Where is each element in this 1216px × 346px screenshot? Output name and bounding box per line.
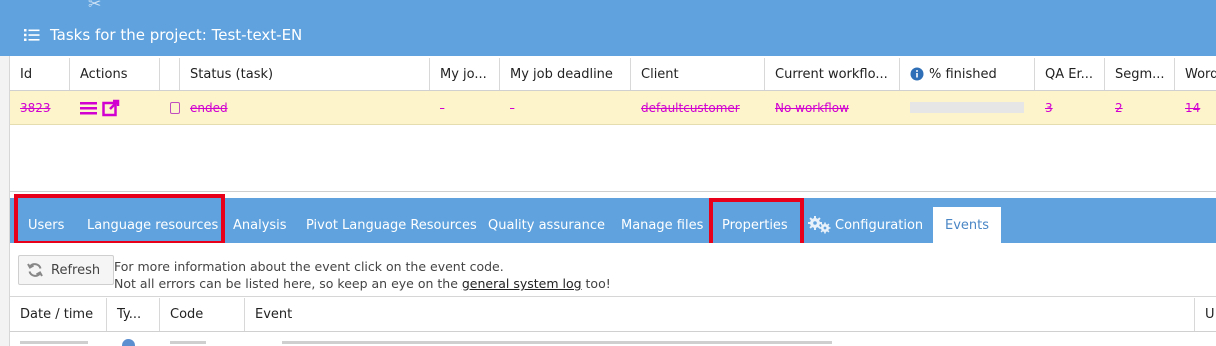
- column-header-actions[interactable]: Actions: [70, 58, 160, 90]
- tab-manage-files[interactable]: Manage files: [621, 207, 703, 243]
- task-select-checkbox[interactable]: [170, 101, 180, 114]
- column-header-my-job[interactable]: My jo...: [430, 58, 500, 90]
- events-info-text: For more information about the event cli…: [114, 258, 611, 292]
- column-header-date-time[interactable]: Date / time: [10, 298, 107, 331]
- column-header-qa-errors[interactable]: QA Er...: [1035, 58, 1105, 90]
- column-header-words[interactable]: Words: [1175, 58, 1216, 90]
- event-row-code-fragment: [170, 341, 206, 344]
- refresh-button[interactable]: Refresh: [18, 255, 114, 285]
- refresh-button-label: Refresh: [51, 262, 101, 278]
- task-status: ended: [190, 100, 228, 115]
- tab-analysis[interactable]: Analysis: [233, 207, 287, 243]
- top-strip: ✂: [10, 0, 1216, 14]
- tab-pivot-language-resources[interactable]: Pivot Language Resources: [306, 207, 477, 243]
- events-grid-header: Date / time Ty... Code Event U: [10, 298, 1216, 332]
- event-row[interactable]: [10, 333, 1216, 346]
- column-header-id[interactable]: Id: [10, 58, 70, 90]
- highlight-box-properties: [709, 198, 804, 249]
- task-grid-empty-area: [10, 126, 1216, 192]
- panel-header: Tasks for the project: Test-text-EN: [10, 14, 1216, 56]
- event-row-text-fragment: [282, 341, 832, 344]
- tab-configuration[interactable]: Configuration: [807, 207, 923, 243]
- refresh-icon: [27, 263, 43, 277]
- progress-bar: [910, 102, 1024, 113]
- gears-icon: [808, 216, 831, 234]
- task-grid-header: Id Actions Status (task) My jo... My job…: [10, 58, 1216, 91]
- task-client: defaultcustomer: [641, 100, 740, 115]
- open-external-icon[interactable]: [102, 99, 120, 117]
- column-header-my-job-deadline[interactable]: My job deadline: [500, 58, 631, 90]
- tab-configuration-label: Configuration: [835, 217, 924, 233]
- list-icon: [24, 29, 40, 41]
- task-select-cell: [160, 91, 180, 124]
- column-header-workflow[interactable]: Current workflo...: [765, 58, 900, 90]
- column-header-event[interactable]: Event: [245, 298, 1195, 331]
- event-row-date-fragment: [20, 341, 88, 344]
- info-icon: [910, 67, 924, 81]
- highlight-box-users-language-resources: [14, 194, 225, 245]
- column-header-client[interactable]: Client: [631, 58, 765, 90]
- events-info-line1: For more information about the event cli…: [114, 259, 504, 274]
- column-header-percent-finished[interactable]: % finished: [900, 58, 1035, 90]
- column-header-type[interactable]: Ty...: [107, 298, 160, 331]
- partial-tool-icon: ✂: [88, 0, 102, 13]
- task-actions: [70, 91, 160, 124]
- task-id-link[interactable]: 3823: [10, 91, 70, 124]
- task-workflow: No workflow: [775, 100, 849, 115]
- general-system-log-link[interactable]: general system log: [462, 276, 582, 291]
- task-my-job-link[interactable]: -: [430, 91, 500, 124]
- tab-events[interactable]: Events: [933, 207, 1002, 243]
- task-qa-errors-link[interactable]: 3: [1035, 91, 1105, 124]
- left-edge-strip: [0, 0, 10, 346]
- task-my-job-deadline-link[interactable]: -: [500, 91, 631, 124]
- events-info-line2: Not all errors can be listed here, so ke…: [114, 276, 611, 291]
- column-header-status[interactable]: Status (task): [180, 58, 430, 90]
- column-header-percent-finished-label: % finished: [929, 66, 997, 82]
- events-toolbar: Refresh For more information about the e…: [10, 243, 1216, 297]
- task-percent-finished: [900, 91, 1035, 124]
- column-header-checkbox[interactable]: [160, 58, 180, 90]
- task-row[interactable]: 3823 ended - - defaultcustomer No workfl…: [10, 91, 1216, 125]
- task-words-link[interactable]: 14: [1175, 91, 1216, 124]
- column-header-user[interactable]: U: [1195, 298, 1216, 331]
- panel-title: Tasks for the project: Test-text-EN: [50, 26, 303, 44]
- task-segments-link[interactable]: 2: [1105, 91, 1175, 124]
- column-header-code[interactable]: Code: [160, 298, 245, 331]
- menu-icon[interactable]: [80, 100, 98, 116]
- column-header-segments[interactable]: Segm...: [1105, 58, 1175, 90]
- event-type-info-icon: [122, 339, 135, 346]
- tab-quality-assurance[interactable]: Quality assurance: [488, 207, 605, 243]
